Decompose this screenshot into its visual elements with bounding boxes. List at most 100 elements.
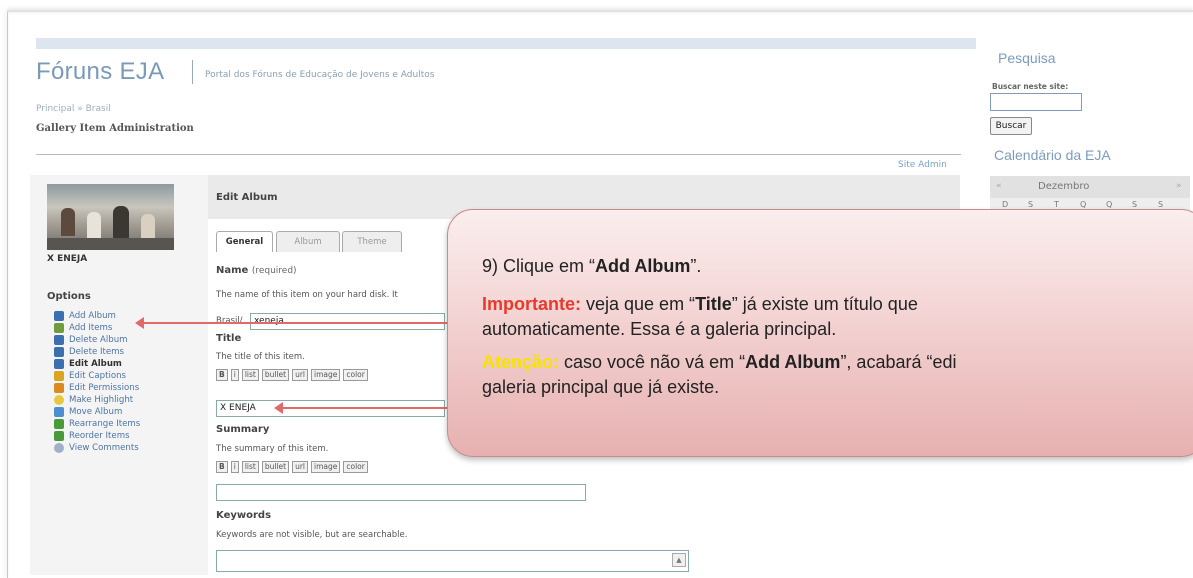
option-view-comments[interactable]: View Comments — [54, 442, 140, 454]
option-label: View Comments — [69, 443, 139, 453]
option-label: Delete Items — [69, 347, 125, 357]
italic-button[interactable]: i — [230, 369, 239, 381]
option-label: Add Items — [69, 323, 113, 333]
keywords-textarea[interactable]: ▲ — [216, 550, 689, 572]
important-text: veja que em “ — [581, 294, 696, 314]
album-name: X ENEJA — [47, 254, 88, 264]
weekday: S — [1132, 200, 1138, 209]
option-reorder-items[interactable]: Reorder Items — [54, 430, 140, 442]
title-help: The title of this item. — [216, 352, 305, 362]
calendar-month: Dezembro — [1038, 181, 1090, 192]
breadcrumb-brasil-link[interactable]: Brasil — [86, 104, 111, 114]
tab-theme[interactable]: Theme — [342, 231, 402, 252]
options-list: Add Album Add Items Delete Album Delete … — [54, 310, 140, 454]
option-edit-album[interactable]: Edit Album — [54, 358, 140, 370]
option-move-album[interactable]: Move Album — [54, 406, 140, 418]
list-button[interactable]: list — [241, 369, 259, 381]
option-edit-captions[interactable]: Edit Captions — [54, 370, 140, 382]
color-button[interactable]: color — [343, 369, 368, 381]
title-markup-toolbar: Bi list bullet url image color — [216, 369, 371, 381]
search-input[interactable] — [990, 93, 1082, 111]
option-add-album[interactable]: Add Album — [54, 310, 140, 322]
calendar-next-button[interactable]: » — [1176, 181, 1182, 191]
title-divider — [192, 60, 193, 84]
list-button[interactable]: list — [241, 461, 259, 473]
name-label: Name (required) — [216, 265, 297, 276]
photo-figure — [141, 214, 155, 238]
name-label-text: Name — [216, 265, 249, 276]
weekday: S — [1158, 200, 1164, 209]
delete-album-icon — [54, 335, 64, 345]
summary-input[interactable] — [216, 484, 586, 501]
option-add-items[interactable]: Add Items — [54, 322, 140, 334]
attention-text: caso você não vá em “ — [559, 352, 746, 372]
pointer-arrow-title — [274, 402, 471, 414]
bold-button[interactable]: B — [216, 461, 228, 473]
breadcrumb-home-link[interactable]: Principal — [36, 104, 74, 114]
breadcrumb: Principal » Brasil — [36, 104, 111, 114]
option-label: Reorder Items — [69, 431, 130, 441]
option-delete-items[interactable]: Delete Items — [54, 346, 140, 358]
option-make-highlight[interactable]: Make Highlight — [54, 394, 140, 406]
attention-label: Atenção: — [482, 352, 560, 372]
divider — [36, 154, 961, 155]
calendar-title: Calendário da EJA — [994, 147, 1111, 163]
weekday: T — [1054, 200, 1059, 209]
summary-help: The summary of this item. — [216, 444, 329, 454]
search-label: Buscar neste site: — [992, 82, 1069, 91]
url-button[interactable]: url — [292, 461, 308, 473]
url-button[interactable]: url — [292, 369, 308, 381]
edit-permissions-icon — [54, 383, 64, 393]
scroll-up-icon[interactable]: ▲ — [672, 553, 686, 567]
important-bold: Title — [695, 294, 732, 314]
important-text-end: ” já existe um título que — [731, 294, 918, 314]
color-button[interactable]: color — [343, 461, 368, 473]
site-title[interactable]: Fóruns EJA — [36, 58, 164, 86]
keywords-label: Keywords — [216, 510, 272, 521]
attention-bold: Add Album — [745, 352, 841, 372]
site-admin-link[interactable]: Site Admin — [898, 160, 947, 170]
option-label: Edit Captions — [69, 371, 127, 381]
tab-album[interactable]: Album — [276, 231, 340, 252]
options-heading: Options — [47, 291, 91, 302]
step-end: ”. — [690, 256, 702, 276]
pointer-arrow-add-album — [135, 317, 471, 329]
window-top-edge — [7, 10, 1193, 12]
option-edit-permissions[interactable]: Edit Permissions — [54, 382, 140, 394]
option-label: Move Album — [69, 407, 123, 417]
path-prefix: Brasil/ — [216, 316, 243, 326]
callout-step: 9) Clique em “Add Album”. — [482, 256, 701, 277]
tab-general[interactable]: General — [216, 231, 273, 252]
edit-captions-icon — [54, 371, 64, 381]
reorder-icon — [54, 431, 64, 441]
option-label: Edit Permissions — [69, 383, 140, 393]
italic-button[interactable]: i — [230, 461, 239, 473]
arrowhead-icon — [274, 402, 283, 414]
section-title: Edit Album — [216, 192, 278, 203]
summary-label: Summary — [216, 424, 270, 435]
callout-important-line2: automaticamente. Essa é a galeria princi… — [482, 319, 837, 339]
screenshot: Fóruns EJA Portal dos Fóruns de Educação… — [0, 0, 1193, 578]
photo-floor — [47, 238, 174, 250]
arrowhead-icon — [135, 317, 144, 329]
weekday: Q — [1106, 200, 1113, 209]
option-label: Delete Album — [69, 335, 128, 345]
callout-important: Importante: veja que em “Title” já exist… — [482, 294, 918, 315]
breadcrumb-separator: » — [77, 104, 83, 114]
name-help: The name of this item on your hard disk.… — [216, 290, 398, 300]
keywords-help: Keywords are not visible, but are search… — [216, 530, 408, 540]
bullet-button[interactable]: bullet — [261, 461, 290, 473]
calendar-prev-button[interactable]: « — [996, 181, 1002, 191]
option-delete-album[interactable]: Delete Album — [54, 334, 140, 346]
bullet-button[interactable]: bullet — [261, 369, 290, 381]
weekday: D — [1002, 200, 1009, 209]
image-button[interactable]: image — [311, 369, 341, 381]
title-label: Title — [216, 333, 242, 344]
search-button[interactable]: Buscar — [990, 117, 1032, 135]
album-thumbnail[interactable] — [47, 184, 174, 250]
option-rearrange-items[interactable]: Rearrange Items — [54, 418, 140, 430]
option-label: Add Album — [69, 311, 116, 321]
bold-button[interactable]: B — [216, 369, 228, 381]
image-button[interactable]: image — [311, 461, 341, 473]
step-bold: Add Album — [595, 256, 691, 276]
